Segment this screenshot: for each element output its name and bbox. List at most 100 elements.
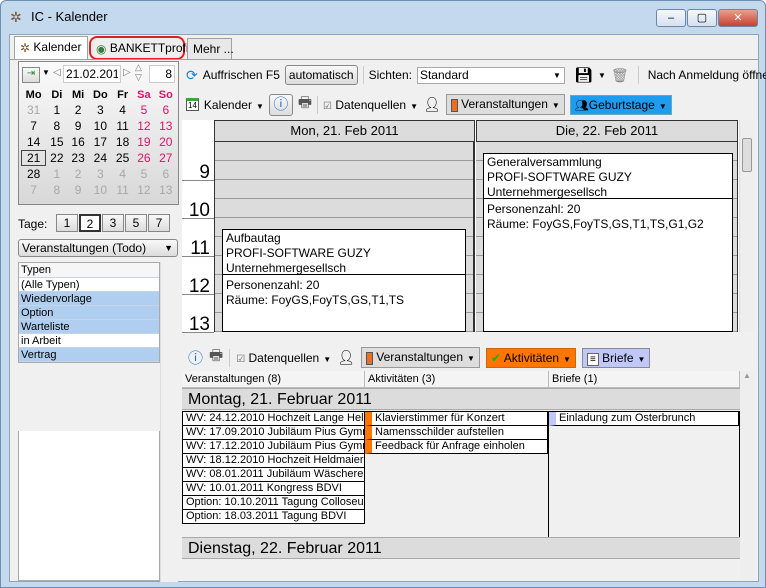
tab-mehr[interactable]: Mehr ... [187, 38, 234, 59]
date-input[interactable] [63, 65, 121, 83]
calendar-day[interactable]: 18 [112, 134, 133, 150]
event-generalversammlung[interactable]: Generalversammlung PROFI-SOFTWARE GUZY U… [483, 153, 733, 332]
scroll-up-icon[interactable]: ▲ [740, 371, 754, 380]
calendar-day[interactable]: 10 [89, 118, 112, 134]
calendar-day[interactable]: 20 [155, 134, 177, 150]
calendar-day[interactable]: 25 [112, 150, 133, 166]
calendar-day[interactable]: 23 [67, 150, 88, 166]
calendar-day[interactable]: 5 [133, 102, 154, 118]
type-item[interactable]: Vertrag [19, 348, 159, 362]
calendar-day[interactable]: 15 [46, 134, 67, 150]
calendar-day[interactable]: 13 [155, 182, 177, 198]
calendar-day[interactable]: 26 [133, 150, 154, 166]
calendar-day[interactable]: 16 [67, 134, 88, 150]
auto-toggle[interactable]: automatisch [284, 65, 358, 85]
calendar-day[interactable]: 2 [67, 102, 88, 118]
calendar-day[interactable]: 4 [112, 102, 133, 118]
calendar-day[interactable]: 13 [155, 118, 177, 134]
prev-icon[interactable]: ◁ [53, 67, 61, 78]
calendar-day[interactable]: 9 [67, 118, 88, 134]
save-icon[interactable]: 💾︎ [574, 66, 593, 84]
days-option-3[interactable]: 3 [102, 214, 124, 232]
calendar-day[interactable]: 7 [21, 182, 46, 198]
calendar-day[interactable]: 1 [46, 102, 67, 118]
calendar-day[interactable]: 12 [133, 182, 154, 198]
calendar-day[interactable]: 7 [21, 118, 46, 134]
calendar-day[interactable]: 3 [89, 102, 112, 118]
calendar-day[interactable]: 6 [155, 102, 177, 118]
maximize-button[interactable]: ▢ [687, 9, 717, 27]
column-header-events[interactable]: Veranstaltungen (8) [182, 371, 365, 388]
day-header-mon[interactable]: Mon, 21. Feb 2011 [214, 120, 475, 142]
calendar-day[interactable]: 8 [46, 182, 67, 198]
datasources-button[interactable]: ☑ Datenquellen ▼ [236, 351, 331, 365]
calendar-day[interactable]: 4 [112, 166, 133, 182]
calendar-day[interactable]: 17 [89, 134, 112, 150]
letters-row[interactable]: Einladung zum Osterbrunch [549, 412, 739, 426]
activities-row[interactable]: Feedback für Anfrage einholen [365, 440, 548, 454]
calendar-day[interactable]: 28 [21, 166, 46, 182]
close-button[interactable]: ✕ [718, 9, 758, 27]
events-row[interactable]: WV: 24.12.2010 Hochzeit Lange Hel [182, 412, 365, 426]
events-row[interactable]: WV: 08.01.2011 Jubiläum Wäscherei [182, 468, 365, 482]
days-option-5[interactable]: 5 [125, 214, 147, 232]
scroll-thumb[interactable] [742, 138, 752, 172]
refresh-button[interactable]: Auffrischen F5 [203, 68, 280, 82]
calendar-day[interactable]: 21 [21, 150, 47, 166]
calendar-day[interactable]: 3 [89, 166, 112, 182]
calendar-day[interactable]: 9 [67, 182, 88, 198]
events-row[interactable]: WV: 17.12.2010 Jubiläum Pius Gymn [182, 440, 365, 454]
schedule-scrollbar[interactable] [739, 120, 754, 332]
spinner-icon[interactable]: △ ▽ [135, 62, 142, 82]
event-aufbautag[interactable]: Aufbautag PROFI-SOFTWARE GUZY Unternehme… [222, 229, 466, 332]
calendar-day[interactable]: 8 [46, 118, 67, 134]
type-item[interactable]: Warteliste [19, 320, 159, 334]
events-row[interactable]: Option: 18.03.2011 Tagung BDVI [182, 510, 365, 524]
events-row[interactable]: Option: 10.10.2011 Tagung Colloseur [182, 496, 365, 510]
calendar-day[interactable]: 1 [46, 166, 67, 182]
column-header-letters[interactable]: Briefe (1) [549, 371, 740, 388]
activities-filter-button[interactable]: ✔ Aktivitäten ▼ [485, 347, 576, 368]
views-select[interactable]: Standard ▼ [416, 66, 565, 84]
open-after-login-button[interactable]: Nach Anmeldung öffnen [648, 68, 766, 82]
events-filter-button[interactable]: Veranstaltungen ▼ [360, 347, 480, 368]
events-row[interactable]: WV: 10.01.2011 Kongress BDVI [182, 482, 365, 496]
calendar-day[interactable]: 11 [112, 182, 133, 198]
tab-bankettprofi[interactable]: ◉ BANKETTprofi [89, 36, 189, 60]
calendar-day[interactable]: 12 [133, 118, 154, 134]
user-filter-icon[interactable]: 👤︎ [337, 349, 355, 366]
agenda-scrollbar[interactable]: ▲ [740, 371, 754, 581]
day-header-die[interactable]: Die, 22. Feb 2011 [476, 120, 738, 142]
calendar-day[interactable]: 31 [21, 102, 46, 118]
column-header-activities[interactable]: Aktivitäten (3) [365, 371, 549, 388]
datasources-button[interactable]: ☑ Datenquellen ▼ [323, 98, 418, 112]
chevron-down-icon[interactable]: ▼ [42, 68, 50, 77]
weeks-input[interactable] [149, 65, 175, 83]
calendar-today-icon[interactable]: ⇥ [22, 67, 40, 83]
calendar-day[interactable]: 10 [89, 182, 112, 198]
activities-row[interactable]: Namensschilder aufstellen [365, 426, 548, 440]
events-row[interactable]: WV: 18.12.2010 Hochzeit Heldmaier [182, 454, 365, 468]
type-item[interactable]: in Arbeit [19, 334, 159, 348]
info-button[interactable]: ⓘ [268, 93, 293, 116]
type-item[interactable]: Wiedervorlage [19, 292, 159, 306]
days-option-2[interactable]: 2 [79, 214, 101, 232]
type-item[interactable]: (Alle Typen) [19, 278, 159, 292]
calendar-day[interactable]: 5 [133, 166, 154, 182]
user-filter-icon[interactable]: 👤︎ [423, 96, 441, 113]
calendar-day[interactable]: 19 [133, 134, 154, 150]
days-option-1[interactable]: 1 [56, 214, 78, 232]
types-scrollbar[interactable] [160, 262, 178, 582]
print-icon[interactable]: 🖶︎ [298, 92, 312, 117]
calendar-day[interactable]: 6 [155, 166, 177, 182]
calendar-day[interactable]: 27 [155, 150, 177, 166]
type-item[interactable]: Option [19, 306, 159, 320]
minimize-button[interactable]: – [656, 9, 686, 27]
calendar-day[interactable]: 24 [89, 150, 112, 166]
events-filter-button[interactable]: Veranstaltungen ▼ [445, 94, 565, 115]
tab-kalender[interactable]: ✲ Kalender [14, 36, 88, 59]
chevron-down-icon[interactable]: ▼ [598, 71, 606, 80]
activities-row[interactable]: Klavierstimmer für Konzert [365, 412, 548, 426]
info-icon[interactable]: ⓘ [188, 347, 203, 368]
events-row[interactable]: WV: 17.09.2010 Jubiläum Pius Gymn [182, 426, 365, 440]
